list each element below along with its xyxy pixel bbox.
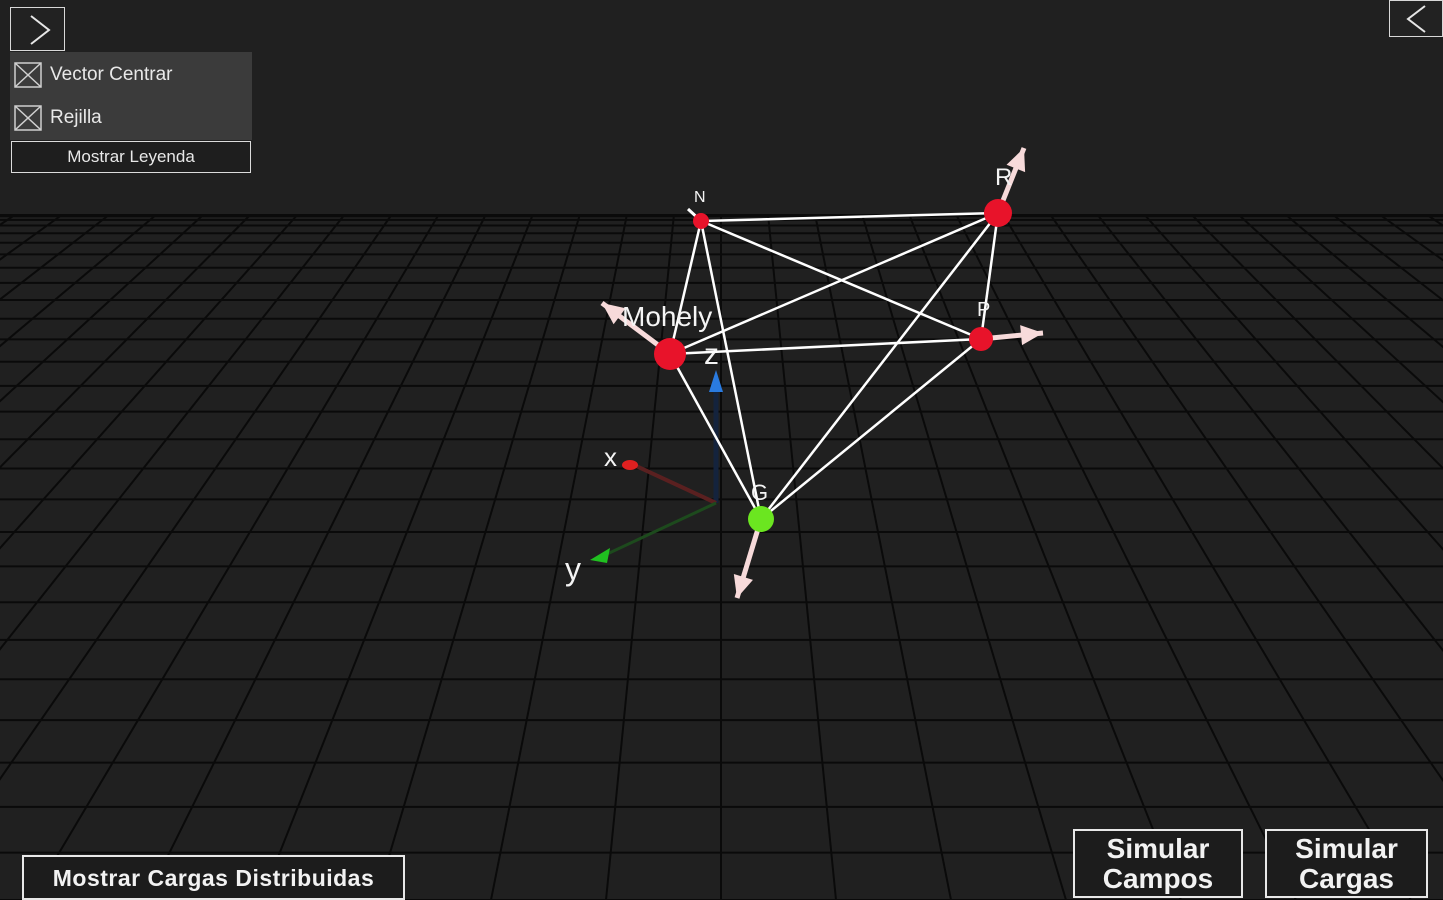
node-label-M: Mohely xyxy=(622,301,712,332)
z-axis-label: z xyxy=(704,338,719,371)
simular-cargas-line1: Simular xyxy=(1295,833,1398,864)
simular-cargas-line2: Cargas xyxy=(1299,863,1394,894)
x-axis-label: x xyxy=(604,442,617,472)
vector-centrar-label: Vector Centrar xyxy=(50,64,173,85)
simular-campos-line1: Simular xyxy=(1106,833,1210,864)
chevron-left-icon xyxy=(1406,5,1426,33)
checkbox-x-icon xyxy=(14,62,42,88)
mostrar-cargas-distribuidas-button[interactable]: Mostrar Cargas Distribuidas xyxy=(22,855,405,900)
node-N[interactable] xyxy=(693,213,709,229)
expand-panel-button[interactable] xyxy=(10,7,65,51)
simular-cargas-button[interactable]: Simular Cargas xyxy=(1265,829,1428,898)
checkbox-x-icon xyxy=(14,105,42,131)
y-axis-label: y xyxy=(565,551,581,587)
node-label-G: G xyxy=(751,480,768,505)
vector-centrar-toggle[interactable]: Vector Centrar xyxy=(10,54,252,94)
node-label-N: N xyxy=(694,189,706,206)
mostrar-leyenda-button[interactable]: Mostrar Leyenda xyxy=(11,141,251,173)
simular-campos-line2: Campos xyxy=(1102,863,1214,894)
collapse-panel-button[interactable] xyxy=(1389,0,1443,37)
node-G[interactable] xyxy=(748,506,774,532)
node-label-R: R xyxy=(995,164,1012,191)
options-panel: Vector Centrar Rejilla xyxy=(10,52,252,140)
node-R[interactable] xyxy=(984,199,1012,227)
chevron-right-icon xyxy=(30,15,51,45)
simular-campos-button[interactable]: Simular Campos xyxy=(1073,829,1243,898)
node-M[interactable] xyxy=(654,338,686,370)
rejilla-label: Rejilla xyxy=(50,107,102,128)
node-label-P: P xyxy=(977,299,990,321)
x-axis-arrowhead xyxy=(622,460,638,470)
node-P[interactable] xyxy=(969,327,993,351)
rejilla-toggle[interactable]: Rejilla xyxy=(10,97,252,137)
